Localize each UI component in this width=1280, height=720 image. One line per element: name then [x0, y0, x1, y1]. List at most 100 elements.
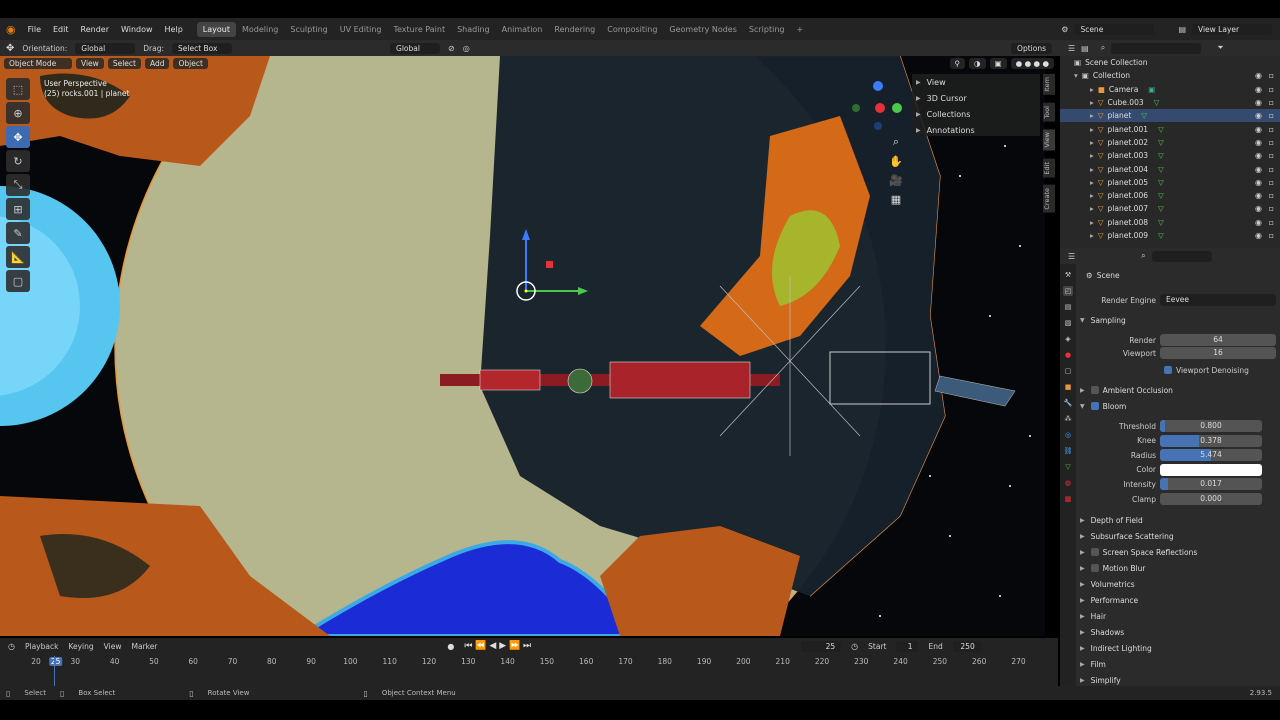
object-menu[interactable]: Object [173, 58, 208, 69]
drag-dropdown[interactable]: Select Box [172, 42, 233, 54]
render-camera-icon[interactable]: ▫ [1269, 125, 1274, 134]
orientation-dropdown[interactable]: Global [75, 42, 136, 54]
record-icon[interactable]: ● [447, 642, 454, 651]
tab-texture-paint[interactable]: Texture Paint [387, 22, 451, 37]
proportional-icon[interactable]: ◎ [463, 44, 470, 53]
physics-properties-icon[interactable]: ◎ [1063, 430, 1073, 440]
visibility-eye-icon[interactable]: ◉ [1255, 191, 1262, 200]
section-motion-blur[interactable]: ▶ Motion Blur [1080, 560, 1276, 576]
section-indirect-lighting[interactable]: ▶ Indirect Lighting [1080, 640, 1276, 656]
visibility-eye-icon[interactable]: ◉ [1255, 218, 1262, 227]
collection-row[interactable]: ▾ ▣ Collection ◉ ▫ [1060, 69, 1280, 82]
transform-tool-icon[interactable]: ⊞ [6, 198, 30, 220]
expand-icon[interactable]: ▸ [1090, 151, 1094, 160]
scene-selector[interactable]: Scene [1074, 23, 1155, 35]
section-volumetrics[interactable]: ▶ Volumetrics [1080, 576, 1276, 592]
tab-modeling[interactable]: Modeling [236, 22, 284, 37]
outliner-row[interactable]: ▸ ▽ planet.008 ▽ ◉ ▫ [1060, 216, 1280, 229]
npanel-annotations[interactable]: ▶ Annotations [912, 122, 1040, 138]
view-layer-selector[interactable]: View Layer [1192, 23, 1272, 35]
playhead[interactable] [54, 656, 55, 686]
bloom-field-slider[interactable]: 0.800 [1160, 420, 1262, 432]
visibility-eye-icon[interactable]: ◉ [1255, 71, 1262, 80]
menu-window[interactable]: Window [115, 25, 159, 34]
render-properties-icon[interactable]: ◰ [1063, 286, 1073, 296]
keying-menu[interactable]: Keying [68, 642, 93, 651]
tab-tool[interactable]: Tool [1043, 102, 1055, 122]
tab-view[interactable]: View [1043, 129, 1055, 151]
blender-logo-icon[interactable]: ◉ [0, 23, 22, 36]
section-performance[interactable]: ▶ Performance [1080, 592, 1276, 608]
visibility-eye-icon[interactable]: ◉ [1255, 125, 1262, 134]
annotate-tool-icon[interactable]: ✎ [6, 222, 30, 244]
playback-controls-icon[interactable]: ⏮ ⏪ ◀ ▶ ⏩ ⏭ [464, 641, 531, 651]
collection-properties-icon[interactable]: ▢ [1063, 366, 1073, 376]
ambient-occlusion-section[interactable]: ▶ Ambient Occlusion [1080, 382, 1276, 398]
xray-toggle-icon[interactable]: ▣ [989, 58, 1007, 69]
filter-icon[interactable]: ⏷ [1217, 43, 1223, 53]
render-camera-icon[interactable]: ▫ [1269, 151, 1274, 160]
properties-search-input[interactable] [1151, 250, 1212, 262]
npanel-collections[interactable]: ▶ Collections [912, 106, 1040, 122]
outliner-row[interactable]: ▸ ▽ planet.005 ▽ ◉ ▫ [1060, 176, 1280, 189]
view-layer-icon[interactable]: ▧ [1063, 318, 1073, 328]
outliner-row[interactable]: ▸ ▽ planet ▽ ◉ ▫ [1060, 109, 1280, 123]
bloom-checkbox[interactable] [1090, 402, 1099, 410]
render-camera-icon[interactable]: ▫ [1269, 204, 1274, 213]
bloom-field-slider[interactable]: 0.017 [1160, 478, 1262, 491]
tab-create[interactable]: Create [1043, 185, 1055, 214]
move-tool-icon[interactable]: ✥ [6, 126, 30, 148]
outliner-row[interactable]: ▸ ▽ planet.007 ▽ ◉ ▫ [1060, 202, 1280, 215]
visibility-eye-icon[interactable]: ◉ [1255, 111, 1262, 120]
render-camera-icon[interactable]: ▫ [1269, 178, 1274, 187]
bloom-section[interactable]: ▼ Bloom [1080, 398, 1276, 414]
tab-shading[interactable]: Shading [451, 22, 496, 37]
visibility-eye-icon[interactable]: ◉ [1255, 85, 1262, 94]
tab-rendering[interactable]: Rendering [548, 22, 601, 37]
expand-icon[interactable]: ▸ [1090, 231, 1094, 240]
section-film[interactable]: ▶ Film [1080, 656, 1276, 672]
texture-properties-icon[interactable]: ▩ [1063, 494, 1073, 504]
section-checkbox[interactable] [1090, 548, 1099, 556]
expand-icon[interactable]: ▸ [1090, 191, 1094, 200]
outliner-row[interactable]: ▸ ▽ planet.009 ▽ ◉ ▫ [1060, 229, 1280, 242]
expand-icon[interactable]: ▸ [1090, 178, 1094, 187]
gizmo-toggle-icon[interactable]: ⚲ [949, 58, 966, 69]
expand-icon[interactable]: ▸ [1090, 98, 1094, 107]
outliner-row[interactable]: ▸ ▽ planet.001 ▽ ◉ ▫ [1060, 122, 1280, 135]
measure-tool-icon[interactable]: 📐 [6, 246, 30, 268]
section-screen-space-reflections[interactable]: ▶ Screen Space Reflections [1080, 544, 1276, 560]
timeline-editor-icon[interactable]: ◷ [8, 642, 15, 651]
visibility-eye-icon[interactable]: ◉ [1255, 151, 1262, 160]
timeline-view-menu[interactable]: View [104, 642, 122, 651]
current-frame-field[interactable]: 25 [801, 640, 842, 652]
tab-item[interactable]: Item [1043, 74, 1055, 95]
outliner-row[interactable]: ▸ ▽ Cube.003 ▽ ◉ ▫ [1060, 96, 1280, 109]
output-properties-icon[interactable]: ▤ [1063, 302, 1073, 312]
expand-icon[interactable]: ▸ [1090, 125, 1094, 134]
add-workspace-button[interactable]: + [790, 22, 809, 37]
camera-view-icon[interactable]: 🎥 [889, 174, 903, 187]
visibility-eye-icon[interactable]: ◉ [1255, 138, 1262, 147]
data-properties-icon[interactable]: ▽ [1063, 462, 1073, 472]
marker-menu[interactable]: Marker [131, 642, 157, 651]
section-shadows[interactable]: ▶ Shadows [1080, 624, 1276, 640]
display-mode-icon[interactable]: ▤ [1081, 44, 1089, 53]
constraints-properties-icon[interactable]: ⛓ [1063, 446, 1073, 456]
frame-ruler[interactable]: 20 25 30 40 50 60 70 80 90 100 110 120 130 140 150 160 1… [0, 654, 1058, 670]
visibility-eye-icon[interactable]: ◉ [1255, 231, 1262, 240]
section-subsurface-scattering[interactable]: ▶ Subsurface Scattering [1080, 528, 1276, 544]
playback-menu[interactable]: Playback [25, 642, 58, 651]
pivot-dropdown[interactable]: Global [390, 42, 441, 54]
menu-render[interactable]: Render [75, 25, 115, 34]
render-camera-icon[interactable]: ▫ [1269, 231, 1274, 240]
start-frame-field[interactable]: 1 [896, 640, 919, 652]
menu-file[interactable]: File [22, 25, 47, 34]
section-depth-of-field[interactable]: ▶ Depth of Field [1080, 512, 1276, 528]
tab-scripting[interactable]: Scripting [743, 22, 791, 37]
npanel-3d-cursor[interactable]: ▶ 3D Cursor [912, 90, 1040, 106]
outliner-row[interactable]: ▸ ▽ planet.002 ▽ ◉ ▫ [1060, 136, 1280, 149]
select-menu[interactable]: Select [107, 58, 141, 69]
section-hair[interactable]: ▶ Hair [1080, 608, 1276, 624]
render-camera-icon[interactable]: ▫ [1269, 71, 1274, 80]
